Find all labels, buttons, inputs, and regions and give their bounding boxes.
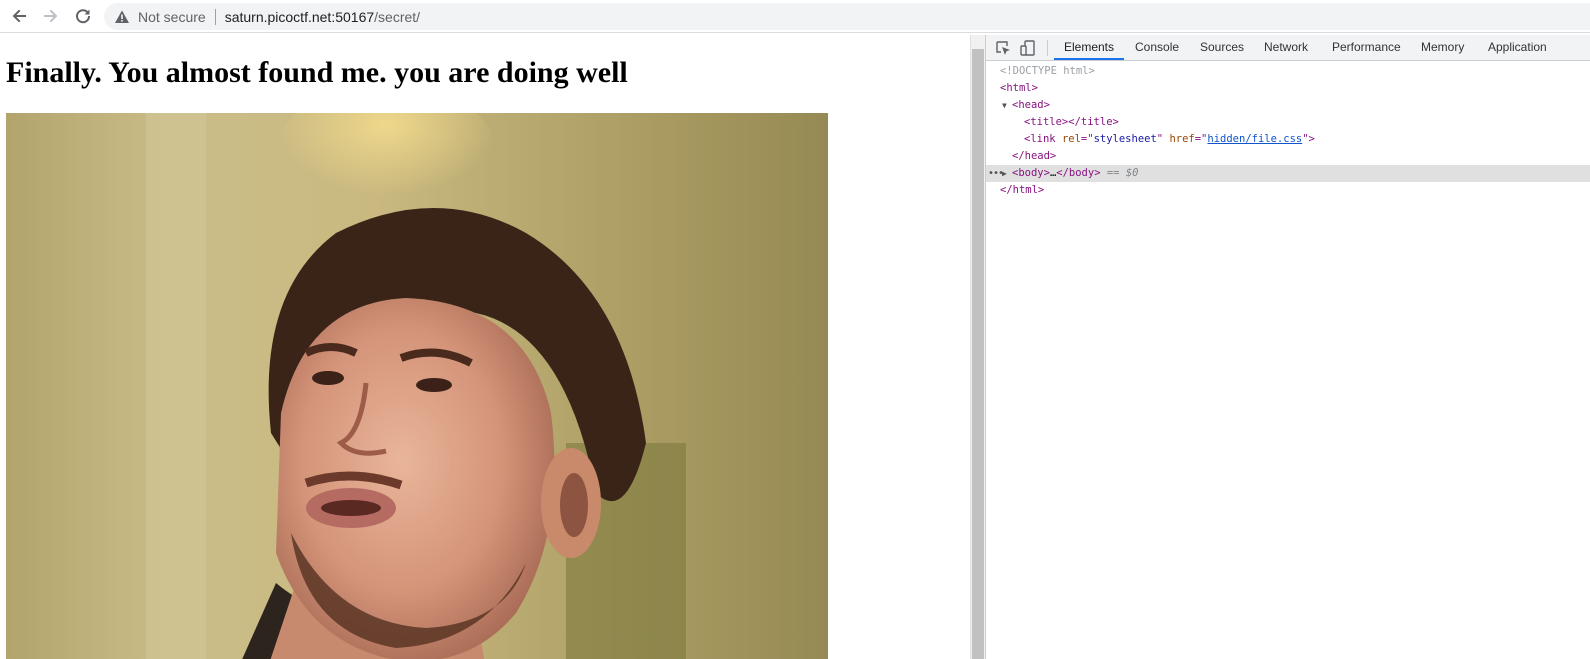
reload-icon xyxy=(76,9,91,24)
dom-node-html-close[interactable]: </html> xyxy=(986,182,1590,199)
forward-button[interactable] xyxy=(39,4,63,28)
devtools-panel: Elements Console Sources Network Perform… xyxy=(986,35,1590,659)
link-open-tag: <link xyxy=(1024,133,1056,145)
rel-attr-name: rel xyxy=(1061,133,1081,145)
back-arrow-icon xyxy=(12,9,26,23)
devtools-tab-bar: Elements Console Sources Network Perform… xyxy=(986,35,1590,61)
elements-dom-tree: <!DOCTYPE html> <html> ▼ <head> <title></… xyxy=(986,63,1590,199)
collapsed-triangle-icon[interactable]: ▶ xyxy=(1002,165,1012,182)
tab-performance[interactable]: Performance xyxy=(1332,35,1401,60)
warning-triangle-icon xyxy=(114,9,130,25)
html-close-tag: </html> xyxy=(1000,184,1045,196)
body-close-tag: </body> xyxy=(1056,167,1101,179)
back-button[interactable] xyxy=(7,4,31,28)
photo-illustration xyxy=(6,113,828,659)
css-file-link[interactable]: hidden/file.css xyxy=(1207,133,1302,145)
page-scrollbar-thumb[interactable] xyxy=(972,49,984,659)
dom-node-head-close[interactable]: </head> xyxy=(986,148,1590,165)
security-label[interactable]: Not secure xyxy=(138,9,206,25)
tab-memory[interactable]: Memory xyxy=(1421,35,1464,60)
tab-elements[interactable]: Elements xyxy=(1054,35,1124,60)
dom-node-link[interactable]: <link rel="stylesheet" href="hidden/file… xyxy=(986,131,1590,148)
dom-node-html[interactable]: <html> xyxy=(986,80,1590,97)
page-viewport: Finally. You almost found me. you are do… xyxy=(0,35,970,659)
doctype-text: <!DOCTYPE html> xyxy=(1000,65,1095,77)
person-gif-image xyxy=(6,113,828,659)
title-close-tag: </title> xyxy=(1068,116,1119,128)
devtools-splitter[interactable] xyxy=(970,35,986,659)
dom-node-title[interactable]: <title></title> xyxy=(986,114,1590,131)
tab-console[interactable]: Console xyxy=(1135,35,1179,60)
link-close-bracket: > xyxy=(1308,133,1315,145)
omnibox-separator xyxy=(214,8,216,25)
dom-node-head[interactable]: ▼ <head> xyxy=(986,97,1590,114)
title-open-tag: <title> xyxy=(1024,116,1069,128)
address-bar[interactable]: Not secure saturn.picoctf.net:50167/secr… xyxy=(104,3,1590,30)
url-text[interactable]: saturn.picoctf.net:50167/secret/ xyxy=(225,9,420,25)
url-host: saturn.picoctf.net:50167 xyxy=(224,8,375,25)
body-open-tag: <body> xyxy=(1012,167,1050,179)
tab-application[interactable]: Application xyxy=(1488,35,1547,60)
tab-bar-divider xyxy=(1047,40,1048,56)
page-heading: Finally. You almost found me. you are do… xyxy=(6,56,628,89)
head-close-tag: </head> xyxy=(1012,150,1057,162)
tab-network[interactable]: Network xyxy=(1264,35,1308,60)
inspect-element-icon[interactable] xyxy=(994,39,1012,57)
href-attr-name: href xyxy=(1169,133,1195,145)
reload-button[interactable] xyxy=(71,4,95,28)
forward-arrow-icon xyxy=(44,9,58,23)
rel-attr-value: stylesheet xyxy=(1093,133,1157,145)
device-toolbar-icon[interactable] xyxy=(1019,39,1037,57)
selected-node-marker: == $0 xyxy=(1106,167,1139,179)
html-open-tag: <html> xyxy=(1000,82,1038,94)
expanded-triangle-icon[interactable]: ▼ xyxy=(1002,97,1012,114)
tab-sources[interactable]: Sources xyxy=(1200,35,1244,60)
url-path: /secret/ xyxy=(374,8,421,25)
browser-toolbar: Not secure saturn.picoctf.net:50167/secr… xyxy=(0,0,1590,33)
dom-node-body[interactable]: ••• ▶ <body>…</body> == $0 xyxy=(986,165,1590,182)
more-actions-icon[interactable]: ••• xyxy=(988,165,1004,182)
dom-node-doctype[interactable]: <!DOCTYPE html> xyxy=(986,63,1590,80)
head-open-tag: <head> xyxy=(1012,99,1050,111)
